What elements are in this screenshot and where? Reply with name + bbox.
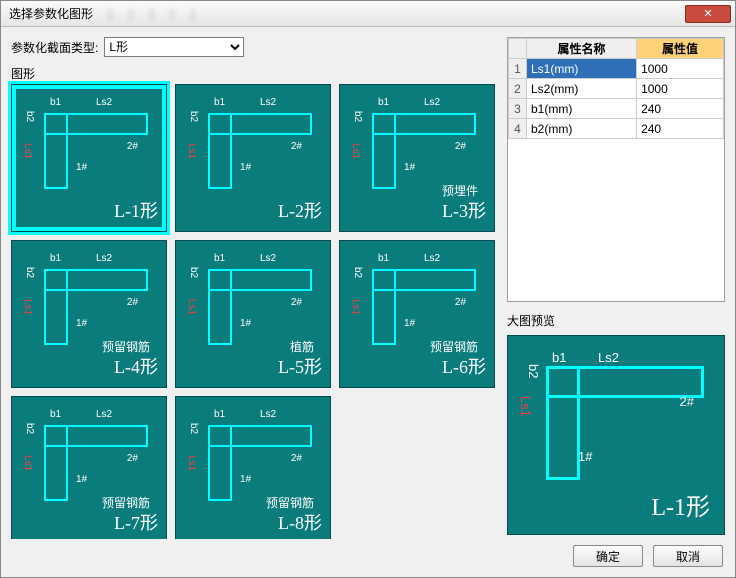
prop-name: b1(mm) <box>527 99 637 119</box>
shape-tile-7[interactable]: b1Ls2Ls1b21#2#预留钢筋L-7形 <box>11 396 167 539</box>
shape-caption: L-2形 <box>278 197 322 223</box>
preview-schematic: b1 Ls2 Ls1 b2 1# 2# <box>538 352 708 484</box>
col-header-value: 属性值 <box>637 39 724 59</box>
schematic: b1Ls2Ls1b21#2# <box>364 255 480 349</box>
prop-name: Ls2(mm) <box>527 79 637 99</box>
prop-value[interactable]: 240 <box>637 99 724 119</box>
type-label: 参数化截面类型: <box>11 39 98 56</box>
window-title: 选择参数化图形 <box>9 5 93 22</box>
table-row[interactable]: 1Ls1(mm)1000 <box>509 59 724 79</box>
content-area: 参数化截面类型: L形 图形 b1Ls2Ls1b21#2#L-1形b1Ls2Ls… <box>1 27 735 539</box>
shape-caption: L-4形 <box>114 353 158 379</box>
shape-caption: L-7形 <box>114 509 158 535</box>
prop-value[interactable]: 1000 <box>637 79 724 99</box>
shape-tile-1[interactable]: b1Ls2Ls1b21#2# L-1形 <box>11 84 167 232</box>
shapes-label: 图形 <box>11 65 497 82</box>
schematic: b1Ls2Ls1b21#2# <box>36 99 152 193</box>
shape-caption: L-6形 <box>442 353 486 379</box>
type-row: 参数化截面类型: L形 <box>11 37 497 57</box>
right-panel: 属性名称 属性值 1Ls1(mm)10002Ls2(mm)10003b1(mm)… <box>507 37 725 535</box>
preview-caption: L-1形 <box>651 487 710 522</box>
type-select[interactable]: L形 <box>104 37 244 57</box>
table-row[interactable]: 4b2(mm)240 <box>509 119 724 139</box>
schematic: b1Ls2Ls1b21#2# <box>364 99 480 193</box>
schematic: b1Ls2Ls1b21#2# <box>200 99 316 193</box>
shape-tile-5[interactable]: b1Ls2Ls1b21#2#植筋L-5形 <box>175 240 331 388</box>
close-icon: ✕ <box>703 7 712 20</box>
titlebar-blurred-tabs: ▯▯▯▯▯ <box>93 7 685 21</box>
shape-tile-6[interactable]: b1Ls2Ls1b21#2#预留钢筋L-6形 <box>339 240 495 388</box>
col-header-name: 属性名称 <box>527 39 637 59</box>
footer: 确定 取消 <box>1 539 735 577</box>
shape-tile-4[interactable]: b1Ls2Ls1b21#2#预留钢筋L-4形 <box>11 240 167 388</box>
shape-caption: L-5形 <box>278 353 322 379</box>
preview-panel: b1 Ls2 Ls1 b2 1# 2# L-1形 <box>507 335 725 535</box>
shape-tile-2[interactable]: b1Ls2Ls1b21#2# L-2形 <box>175 84 331 232</box>
shape-tile-8[interactable]: b1Ls2Ls1b21#2#预留钢筋L-8形 <box>175 396 331 539</box>
shapes-grid: b1Ls2Ls1b21#2#L-1形b1Ls2Ls1b21#2#L-2形b1Ls… <box>11 84 497 539</box>
schematic: b1Ls2Ls1b21#2# <box>36 255 152 349</box>
ok-button[interactable]: 确定 <box>573 545 643 567</box>
prop-value[interactable]: 1000 <box>637 59 724 79</box>
shape-caption: L-1形 <box>114 197 158 223</box>
close-button[interactable]: ✕ <box>685 5 731 23</box>
shape-tile-3[interactable]: b1Ls2Ls1b21#2#预埋件L-3形 <box>339 84 495 232</box>
shape-caption: L-3形 <box>442 197 486 223</box>
prop-value[interactable]: 240 <box>637 119 724 139</box>
schematic: b1Ls2Ls1b21#2# <box>36 411 152 505</box>
titlebar: 选择参数化图形 ▯▯▯▯▯ ✕ <box>1 1 735 27</box>
cancel-button[interactable]: 取消 <box>653 545 723 567</box>
dialog-window: 选择参数化图形 ▯▯▯▯▯ ✕ 参数化截面类型: L形 图形 b1Ls2Ls1b… <box>0 0 736 578</box>
schematic: b1Ls2Ls1b21#2# <box>200 255 316 349</box>
prop-name: b2(mm) <box>527 119 637 139</box>
table-row[interactable]: 3b1(mm)240 <box>509 99 724 119</box>
prop-name: Ls1(mm) <box>527 59 637 79</box>
shape-caption: L-8形 <box>278 509 322 535</box>
property-table[interactable]: 属性名称 属性值 1Ls1(mm)10002Ls2(mm)10003b1(mm)… <box>507 37 725 302</box>
table-row[interactable]: 2Ls2(mm)1000 <box>509 79 724 99</box>
schematic: b1Ls2Ls1b21#2# <box>200 411 316 505</box>
preview-label: 大图预览 <box>507 312 725 329</box>
left-panel: 参数化截面类型: L形 图形 b1Ls2Ls1b21#2#L-1形b1Ls2Ls… <box>11 37 497 535</box>
